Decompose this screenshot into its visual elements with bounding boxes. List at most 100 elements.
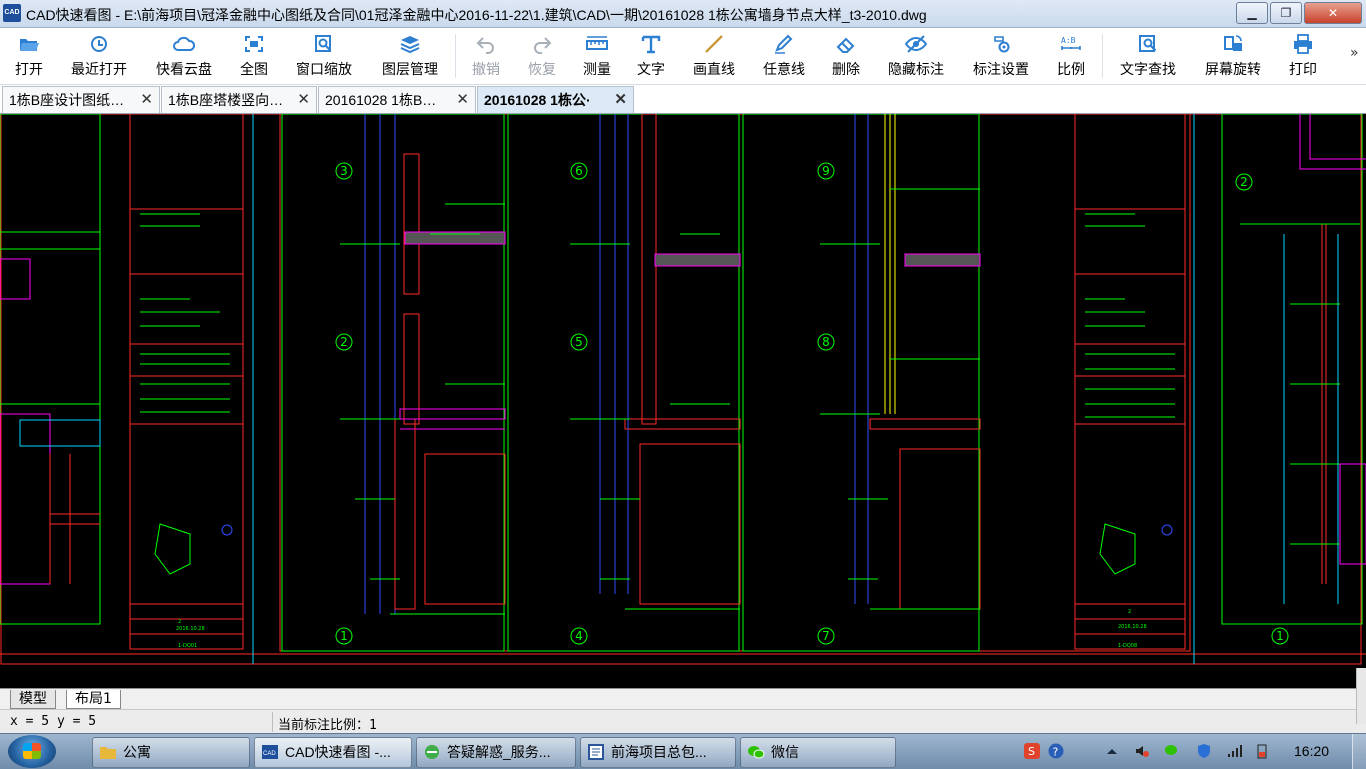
system-clock[interactable]: 16:20 <box>1294 743 1329 759</box>
tab-document-4[interactable]: 20161028 1栋公· ✕ <box>477 86 634 113</box>
cad-drawing-canvas[interactable]: 3 2 1 6 5 4 9 8 7 2 1 2 2016.10.28 1-DQ0… <box>0 114 1366 688</box>
document-icon <box>588 744 604 760</box>
recent-open-button[interactable]: 最近打开 <box>62 28 136 84</box>
axis-marker: 7 <box>822 629 830 643</box>
axis-marker: 3 <box>340 164 348 178</box>
text-icon <box>641 35 661 54</box>
freehand-line-button[interactable]: 任意线 <box>754 28 814 84</box>
tab-model[interactable]: 模型 <box>10 690 56 709</box>
line-icon <box>705 35 723 53</box>
draw-line-button[interactable]: 画直线 <box>684 28 744 84</box>
taskbar-item-browser[interactable]: 答疑解惑_服务... <box>416 737 576 768</box>
measure-button[interactable]: 测量 <box>573 28 621 84</box>
maximize-button[interactable]: ❐ <box>1270 2 1302 24</box>
status-bar: x = 5 y = 5 当前标注比例：1 <box>0 709 1366 734</box>
folder-open-icon <box>20 39 39 51</box>
svg-text:2016.10.28: 2016.10.28 <box>1118 624 1147 630</box>
folder-icon <box>100 747 116 759</box>
svg-text:1-DQ08: 1-DQ08 <box>1118 643 1137 649</box>
wall-detail-column-3 <box>742 114 981 652</box>
title-bar: CAD CAD快速看图 - E:\前海项目\冠泽金融中心图纸及合同\01冠泽金融… <box>0 0 1366 28</box>
tab-document-1[interactable]: 1栋B座设计图纸… ✕ <box>2 86 160 113</box>
undo-button[interactable]: 撤销 <box>462 28 510 84</box>
pen-icon <box>775 34 793 54</box>
svg-text:?: ? <box>1053 746 1059 759</box>
axis-marker: 4 <box>575 629 583 643</box>
axis-marker: 8 <box>822 335 830 349</box>
layout-tab-bar: 模型 布局1 <box>0 688 1366 710</box>
annotation-scale-status: 当前标注比例：1 <box>278 718 377 733</box>
detail-frame <box>279 114 1191 652</box>
open-button[interactable]: 打开 <box>4 28 54 84</box>
close-icon[interactable]: ✕ <box>297 87 310 113</box>
show-hidden-icons-icon[interactable] <box>1104 743 1120 759</box>
close-button[interactable]: ✕ <box>1304 2 1362 24</box>
toolbar-more-button[interactable]: » <box>1350 45 1359 61</box>
help-icon[interactable]: ? <box>1048 743 1064 759</box>
wechat-icon <box>748 746 765 759</box>
layers-icon <box>400 36 420 54</box>
annotation-settings-button[interactable]: 标注设置 <box>964 28 1038 84</box>
eraser-icon <box>836 37 855 53</box>
network-signal-icon[interactable] <box>1226 743 1242 759</box>
battery-warning-icon[interactable] <box>1254 743 1270 759</box>
close-icon[interactable]: ✕ <box>140 87 153 113</box>
scale-button[interactable]: A:B 比例 <box>1048 28 1094 84</box>
toolbar: 打开 最近打开 快看云盘 全图 窗口缩放 图层管理 撤销 恢复 测量 文字 画直… <box>0 28 1366 85</box>
tab-document-3[interactable]: 20161028 1栋B… ✕ <box>318 86 476 113</box>
text-search-button[interactable]: 文字查找 <box>1112 28 1184 84</box>
show-desktop-button[interactable] <box>1352 734 1366 769</box>
delete-button[interactable]: 删除 <box>822 28 870 84</box>
redo-icon <box>534 37 552 54</box>
taskbar-item-folder[interactable]: 公寓 <box>92 737 250 768</box>
eye-hide-icon <box>905 35 927 53</box>
vertical-scrollbar[interactable] <box>1356 668 1366 724</box>
taskbar: 公寓 CAD CAD快速看图 -... 答疑解惑_服务... 前海项目总包...… <box>0 733 1366 769</box>
tab-layout-1[interactable]: 布局1 <box>66 690 121 709</box>
axis-marker: 6 <box>575 164 583 178</box>
recent-clock-icon <box>91 36 107 52</box>
text-button[interactable]: 文字 <box>628 28 674 84</box>
svg-text:A:B: A:B <box>1061 36 1076 45</box>
app-logo-icon: CAD <box>3 4 21 22</box>
taskbar-item-wechat[interactable]: 微信 <box>740 737 896 768</box>
axis-marker: 1 <box>340 629 348 643</box>
rotate-screen-button[interactable]: 屏幕旋转 <box>1196 28 1270 84</box>
cloud-disk-button[interactable]: 快看云盘 <box>148 28 220 84</box>
svg-text:S: S <box>1028 745 1035 758</box>
volume-muted-icon[interactable] <box>1134 743 1150 759</box>
layer-manager-button[interactable]: 图层管理 <box>374 28 446 84</box>
taskbar-item-cad-viewer[interactable]: CAD CAD快速看图 -... <box>254 737 412 768</box>
hide-annotation-button[interactable]: 隐藏标注 <box>880 28 952 84</box>
document-tab-bar: 1栋B座设计图纸… ✕ 1栋B座塔楼竖向… ✕ 20161028 1栋B… ✕ … <box>0 85 1366 114</box>
cloud-icon <box>173 36 195 51</box>
right-partial-detail <box>1221 114 1366 625</box>
full-view-button[interactable]: 全图 <box>230 28 278 84</box>
window-zoom-button[interactable]: 窗口缩放 <box>288 28 360 84</box>
print-button[interactable]: 打印 <box>1280 28 1326 84</box>
wall-detail-column-2 <box>507 114 741 652</box>
scale-ab-icon: A:B <box>1061 36 1081 50</box>
right-title-block <box>1074 114 1186 650</box>
redo-button[interactable]: 恢复 <box>518 28 566 84</box>
tab-document-2[interactable]: 1栋B座塔楼竖向… ✕ <box>161 86 317 113</box>
toolbar-separator <box>455 34 456 78</box>
security-shield-icon[interactable] <box>1196 743 1212 759</box>
cad-app-icon: CAD <box>262 745 278 759</box>
axis-marker: 9 <box>822 164 830 178</box>
start-button[interactable] <box>8 735 56 768</box>
window-zoom-icon <box>315 35 331 52</box>
close-icon[interactable]: ✕ <box>614 87 627 113</box>
close-icon[interactable]: ✕ <box>456 87 469 113</box>
taskbar-item-document[interactable]: 前海项目总包... <box>580 737 736 768</box>
ruler-icon <box>586 36 608 50</box>
undo-icon <box>476 37 494 54</box>
text-search-icon <box>1139 35 1157 52</box>
windows-logo-icon <box>23 743 41 759</box>
minimize-button[interactable]: ▁ <box>1236 2 1268 24</box>
input-method-icon[interactable]: S <box>1024 743 1040 759</box>
toolbar-separator <box>1102 34 1103 78</box>
fit-all-icon <box>245 36 263 52</box>
browser-icon <box>425 745 439 759</box>
wechat-tray-icon[interactable] <box>1164 743 1180 759</box>
